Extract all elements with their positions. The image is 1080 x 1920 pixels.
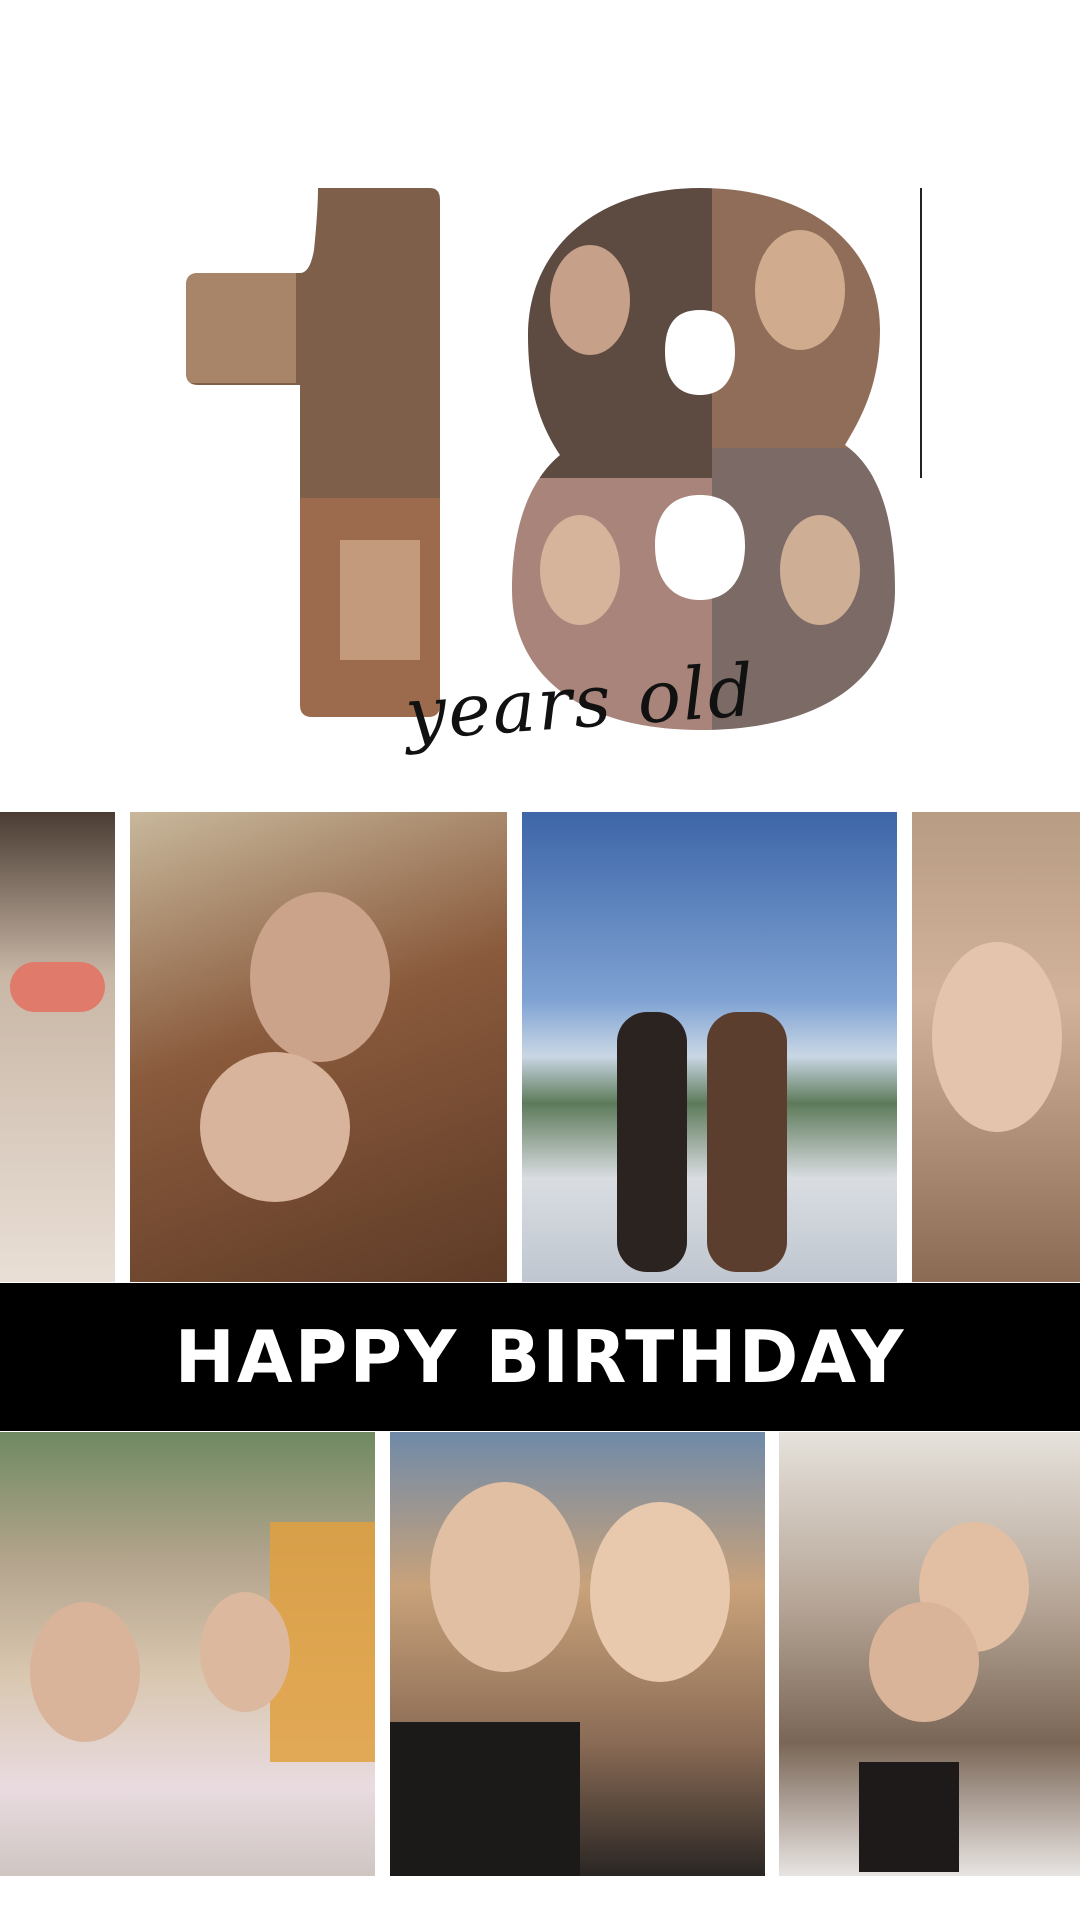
photo-ice-cream-street (0, 1432, 375, 1876)
banner-text: HAPPY BIRTHDAY (174, 1315, 906, 1399)
divider-line (920, 188, 922, 478)
photo-indoor-hug (779, 1432, 1080, 1876)
photo-two-friends-sun (390, 1432, 765, 1876)
happy-birthday-banner: HAPPY BIRTHDAY (0, 1283, 1080, 1431)
photo-pout-selfie (912, 812, 1080, 1282)
photo-lake-terrace (522, 812, 897, 1282)
photo-two-girls-hug (130, 812, 507, 1282)
photo-heart-sunglasses (0, 812, 115, 1282)
hero-number-text: 18 (0, 0, 18, 4)
